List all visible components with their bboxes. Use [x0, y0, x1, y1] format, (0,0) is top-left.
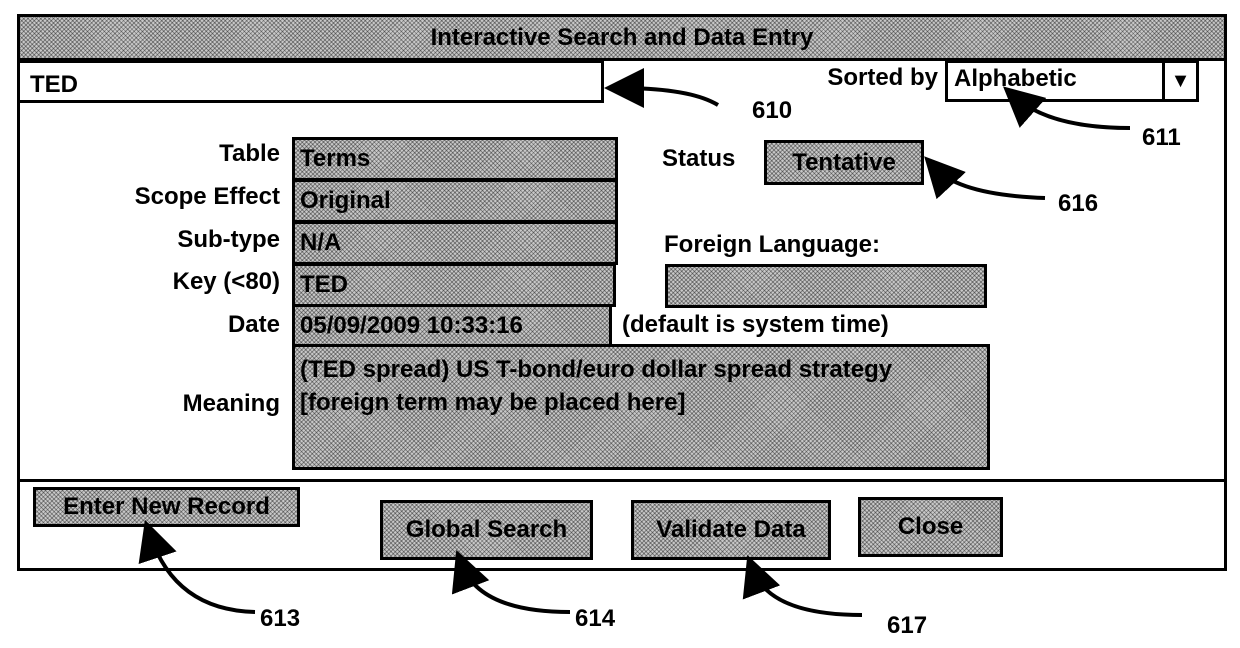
callout-arrow-610 [604, 68, 720, 109]
callout-611: 611 [1142, 124, 1181, 151]
callout-arrow-613 [138, 519, 256, 614]
callout-arrow-611 [1003, 86, 1131, 130]
callout-613: 613 [260, 605, 301, 632]
callout-arrow-617 [742, 555, 863, 617]
callout-arrows [138, 68, 1131, 617]
callout-614: 614 [575, 605, 616, 632]
callout-610: 610 [752, 97, 793, 124]
callout-arrow-614 [451, 550, 571, 614]
callout-616: 616 [1058, 190, 1099, 217]
callout-arrow-616 [924, 156, 1046, 200]
callout-617: 617 [887, 612, 928, 639]
